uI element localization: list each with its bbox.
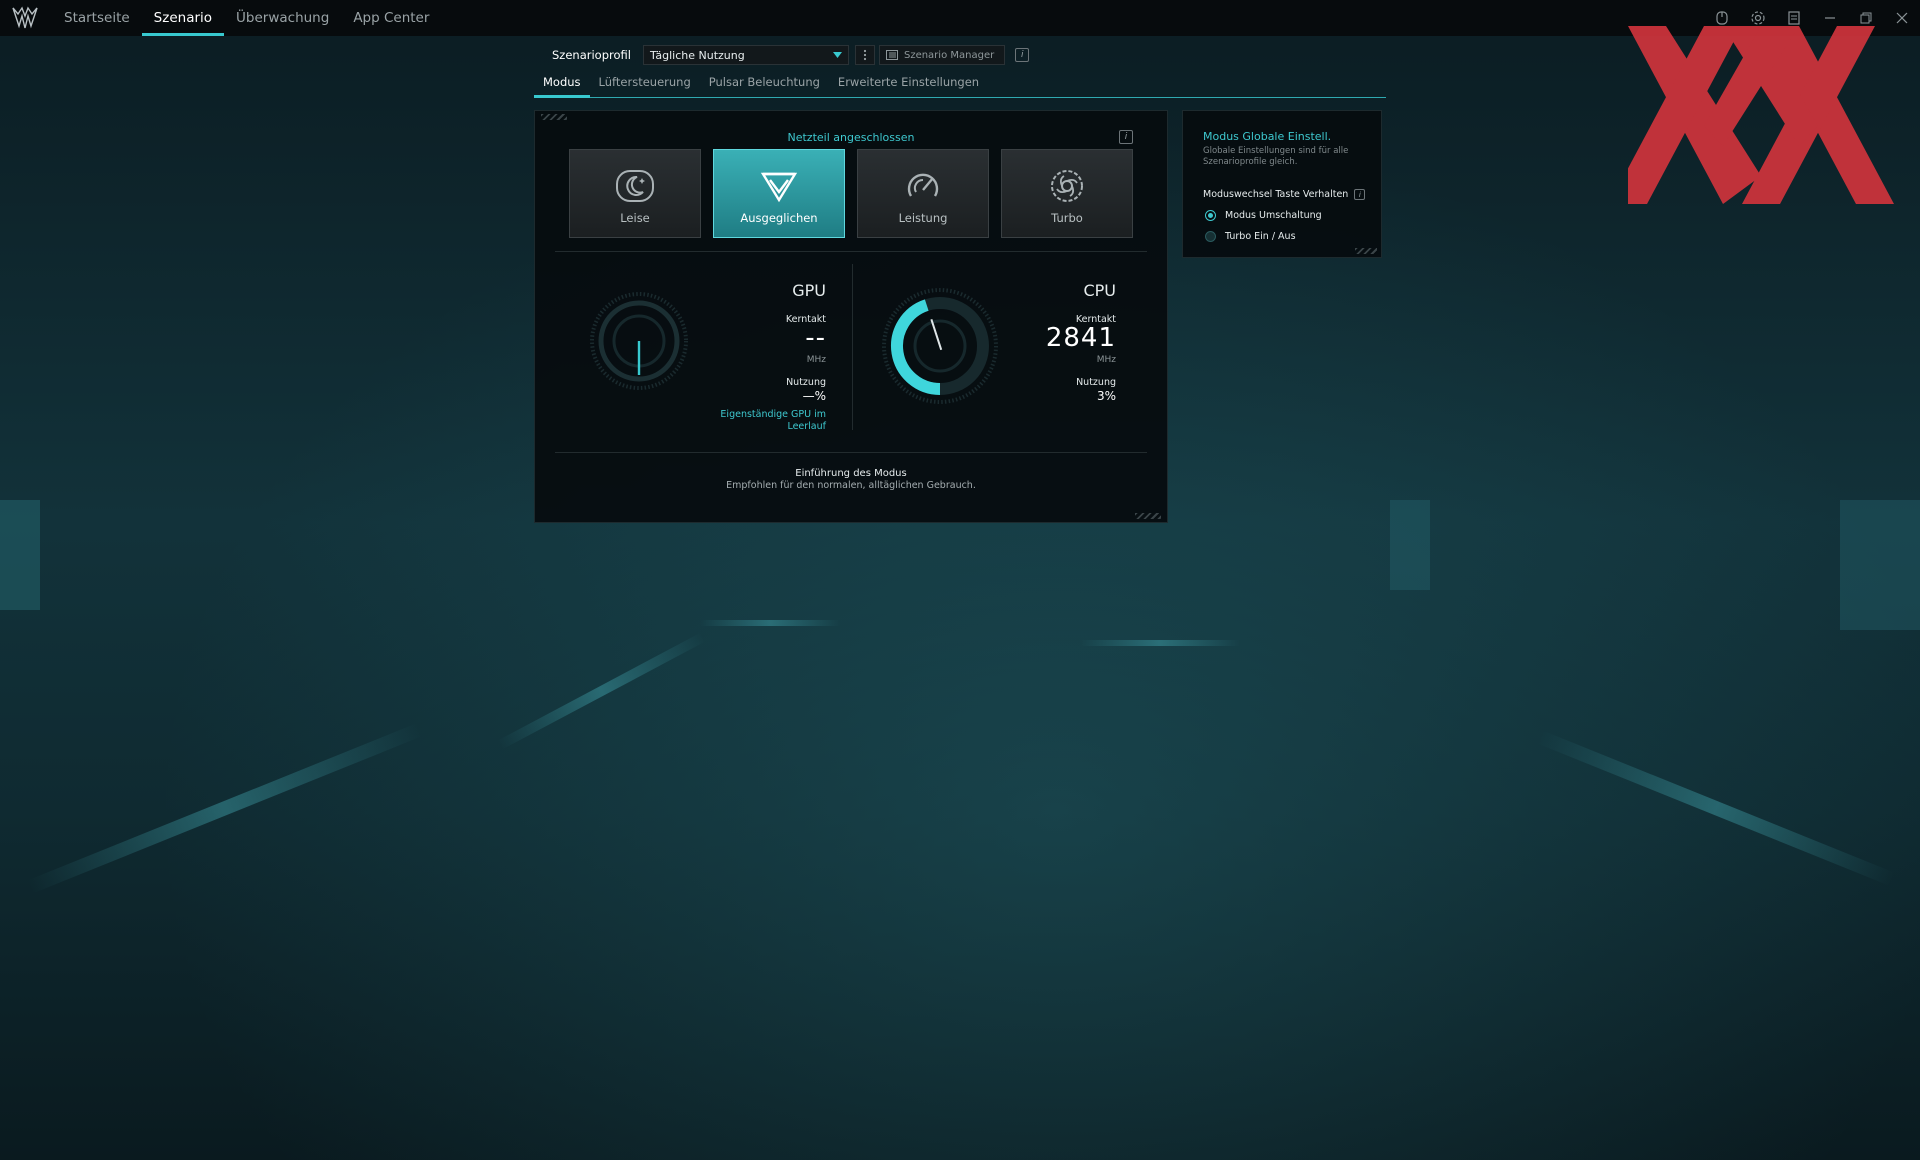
gpu-clock-value: --	[805, 323, 826, 353]
chevron-down-icon	[832, 52, 842, 58]
divider	[852, 264, 853, 430]
cpu-clock-value: 2841	[1045, 323, 1116, 353]
kebab-icon	[863, 49, 867, 61]
background-block	[0, 500, 40, 610]
mode-intro-desc: Empfohlen für den normalen, alltäglichen…	[726, 480, 976, 491]
mode-leistung-button[interactable]: Leistung	[857, 149, 989, 238]
option-modus-umschaltung[interactable]: Modus Umschaltung	[1205, 210, 1322, 221]
profile-select-value: Tägliche Nutzung	[649, 48, 745, 62]
switch-info-icon[interactable]: i	[1354, 189, 1366, 200]
predator-logo-icon	[12, 6, 38, 29]
mode-turbo-button[interactable]: Turbo	[1001, 149, 1133, 238]
background-streak	[1080, 640, 1240, 646]
background-streak	[1537, 730, 1895, 886]
panel-corner-deco	[1135, 513, 1161, 519]
gpu-gauge	[590, 292, 688, 390]
turbo-fan-icon	[1051, 170, 1083, 202]
profile-info-icon[interactable]: i	[1015, 48, 1030, 62]
gpu-usage-label: Nutzung	[786, 377, 826, 388]
scenario-profile-row: Szenarioprofil Tägliche Nutzung Szenario…	[552, 44, 1030, 66]
option-turbo-ein-aus[interactable]: Turbo Ein / Aus	[1205, 231, 1296, 242]
panel-corner-deco	[541, 114, 567, 120]
profile-label: Szenarioprofil	[552, 48, 631, 62]
tab-erweiterte-einstellungen[interactable]: Erweiterte Einstellungen	[829, 73, 988, 97]
nav-ueberwachung[interactable]: Überwachung	[224, 0, 341, 36]
cpu-usage-label: Nutzung	[1076, 377, 1116, 388]
background-streak	[700, 620, 840, 626]
mode-leise-label: Leise	[620, 211, 650, 225]
cpu-clock-unit: MHz	[1096, 355, 1116, 365]
tab-modus[interactable]: Modus	[534, 73, 590, 98]
mode-turbo-label: Turbo	[1051, 211, 1083, 225]
mode-ausgeglichen-button[interactable]: Ausgeglichen	[713, 149, 845, 238]
xx-watermark-logo	[1628, 26, 1894, 204]
nav-startseite[interactable]: Startseite	[52, 0, 142, 36]
divider	[555, 251, 1147, 252]
mode-leistung-label: Leistung	[898, 211, 948, 225]
scenario-manager-label: Szenario Manager	[903, 49, 995, 61]
scenario-subtabs: Modus Lüftersteuerung Pulsar Beleuchtung…	[534, 73, 1386, 98]
tab-pulsar-beleuchtung[interactable]: Pulsar Beleuchtung	[700, 73, 829, 97]
gpu-usage-value: —%	[802, 389, 826, 403]
global-settings-desc: Globale Einstellungen sind für alle Szen…	[1203, 146, 1349, 167]
manager-list-icon	[885, 50, 898, 60]
background-block	[1840, 500, 1920, 630]
global-settings-title: Modus Globale Einstell.	[1203, 130, 1332, 143]
gpu-idle-note: Eigenständige GPU im Leerlauf	[720, 409, 826, 432]
background-streak	[497, 632, 706, 750]
power-status-label: Netzteil angeschlossen	[787, 131, 915, 144]
radio-unselected[interactable]	[1205, 231, 1216, 242]
nav-szenario[interactable]: Szenario	[141, 0, 225, 36]
cpu-usage-value: 3%	[1096, 389, 1116, 403]
cpu-gauge	[882, 288, 998, 404]
balanced-icon	[760, 172, 798, 203]
gpu-title: GPU	[792, 281, 826, 300]
cpu-gauge-needle	[930, 319, 943, 351]
performance-icon	[907, 173, 939, 197]
background-streak	[27, 723, 423, 894]
global-settings-panel: Modus Globale Einstell. Globale Einstell…	[1182, 110, 1382, 258]
gpu-clock-unit: MHz	[806, 355, 826, 365]
switch-behavior-label: Moduswechsel Taste Verhalten i	[1203, 189, 1366, 200]
main-nav: Startseite Szenario Überwachung App Cent…	[52, 0, 441, 36]
panel-corner-deco	[1355, 248, 1377, 254]
divider	[555, 452, 1147, 453]
cpu-gauge-arc	[891, 299, 941, 395]
radio-selected[interactable]	[1205, 210, 1216, 221]
profile-select[interactable]: Tägliche Nutzung	[642, 45, 849, 65]
mode-intro-title: Einführung des Modus	[795, 468, 907, 479]
option-label: Turbo Ein / Aus	[1225, 231, 1296, 242]
nav-app-center[interactable]: App Center	[341, 0, 441, 36]
profile-more-button[interactable]	[854, 45, 875, 65]
mode-panel: Netzteil angeschlossen i Leise Ausgeglic…	[534, 110, 1168, 523]
mode-ausgeglichen-label: Ausgeglichen	[740, 211, 818, 225]
cpu-title: CPU	[1083, 281, 1116, 300]
mode-selector: Leise Ausgeglichen Leistung Turbo	[569, 149, 1145, 238]
tab-lueftersteuerung[interactable]: Lüftersteuerung	[590, 73, 700, 97]
mode-info-icon[interactable]: i	[1119, 130, 1133, 144]
moon-icon	[616, 170, 654, 202]
mode-leise-button[interactable]: Leise	[569, 149, 701, 238]
background-block	[1390, 500, 1430, 590]
switch-behavior-text: Moduswechsel Taste Verhalten	[1203, 189, 1349, 200]
scenario-manager-button[interactable]: Szenario Manager	[878, 45, 1006, 65]
option-label: Modus Umschaltung	[1225, 210, 1322, 221]
